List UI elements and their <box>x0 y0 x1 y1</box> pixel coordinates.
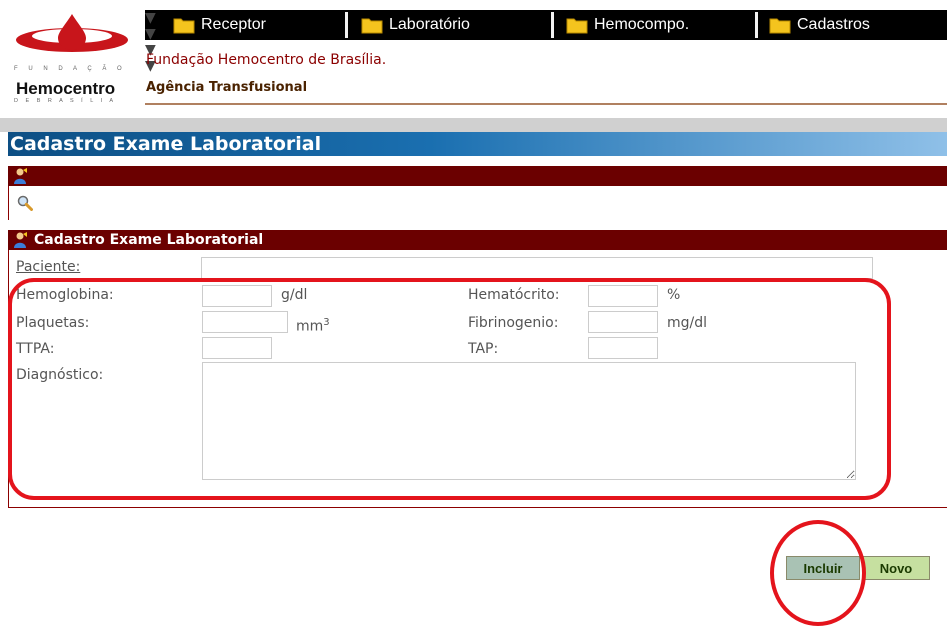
section-cadastro-title: Cadastro Exame Laboratorial <box>34 232 264 248</box>
top-menu-bar: Receptor ▼ Laboratório ▼ Hemocompo. ▼ Ca… <box>145 10 947 74</box>
paciente-label: Paciente: <box>16 259 81 275</box>
header-divider <box>145 103 947 105</box>
page-title: Cadastro Exame Laboratorial <box>8 132 947 156</box>
organization-name: Fundação Hemocentro de Brasília. <box>146 52 387 68</box>
menu-hemocompo[interactable]: Hemocompo. <box>560 10 689 40</box>
grey-band <box>0 118 947 132</box>
menu-cadastros[interactable]: Cadastros <box>763 10 870 40</box>
magnifier-icon <box>17 195 33 211</box>
blood-drop-logo-icon <box>16 14 128 52</box>
agency-name: Agência Transfusional <box>146 80 308 95</box>
menu-cadastros-label: Cadastros <box>797 16 870 33</box>
logo-text-hemocentro: Hemocentro <box>16 79 116 98</box>
logo-text-brasilia: D E B R A S Í L I A <box>14 98 117 104</box>
folder-icon <box>361 18 383 34</box>
user-icon <box>14 168 27 184</box>
annotation-form-highlight <box>8 278 891 500</box>
menu-separator <box>755 12 758 38</box>
annotation-incluir-highlight <box>770 520 866 626</box>
paciente-input[interactable] <box>201 257 873 279</box>
user-icon <box>14 232 27 248</box>
folder-icon <box>769 18 791 34</box>
folder-icon <box>566 18 588 34</box>
menu-laboratorio[interactable]: Laboratório <box>355 10 470 40</box>
logo-text-fundacao: F U N D A Ç Ã O <box>14 66 127 72</box>
menu-hemocompo-label: Hemocompo. <box>594 16 690 33</box>
section-header-cadastro: Cadastro Exame Laboratorial <box>8 230 947 250</box>
novo-button[interactable]: Novo <box>862 556 930 580</box>
menu-receptor-label: Receptor <box>201 16 266 33</box>
section-body-exames <box>8 186 947 220</box>
hemocentro-logo: F U N D A Ç Ã O Hemocentro D E B R A S Í… <box>14 8 132 104</box>
menu-laboratorio-label: Laboratório <box>389 16 470 33</box>
menu-separator <box>345 12 348 38</box>
menu-separator <box>551 12 554 38</box>
folder-icon <box>173 18 195 34</box>
menu-receptor[interactable]: Receptor <box>167 10 266 40</box>
section-header-exames <box>8 166 947 186</box>
